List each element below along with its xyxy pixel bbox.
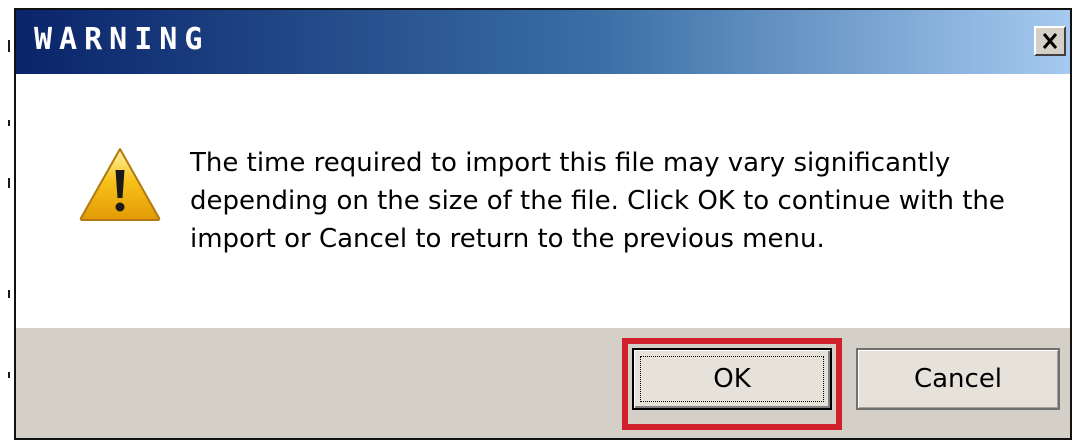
- title-bar[interactable]: WARNING: [16, 10, 1070, 74]
- close-button[interactable]: [1034, 26, 1066, 56]
- button-bar: OK Cancel: [16, 328, 1070, 438]
- edge-mark: [8, 40, 10, 52]
- edge-mark: [8, 290, 10, 298]
- warning-message: The time required to import this file ma…: [190, 144, 1050, 258]
- dialog-title: WARNING: [34, 22, 210, 57]
- focus-rectangle: [640, 356, 824, 402]
- dialog-content: The time required to import this file ma…: [16, 74, 1070, 328]
- cancel-button-label: Cancel: [913, 364, 1003, 394]
- message-line: The time required to import this file ma…: [190, 148, 951, 178]
- warning-dialog: WARNING The time required to import this…: [14, 8, 1072, 440]
- cancel-button[interactable]: Cancel: [856, 348, 1060, 410]
- message-line: import or Cancel to return to the previo…: [190, 224, 825, 254]
- background-window-edge: [0, 0, 14, 442]
- ok-button[interactable]: OK: [632, 348, 832, 410]
- edge-mark: [8, 178, 10, 188]
- message-line: depending on the size of the file. Click…: [190, 186, 1005, 216]
- edge-mark: [8, 372, 10, 378]
- warning-icon: [79, 148, 161, 221]
- edge-mark: [8, 120, 10, 126]
- close-icon: [1042, 33, 1058, 49]
